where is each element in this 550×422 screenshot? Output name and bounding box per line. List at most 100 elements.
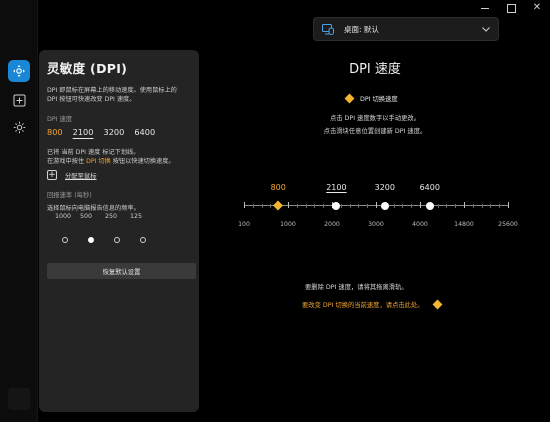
lighting-nav-button[interactable]: [8, 116, 30, 138]
dpi-value-2100[interactable]: 2100: [73, 127, 94, 137]
report-rate-radio-500[interactable]: [88, 237, 94, 243]
slider-minor-tick: [252, 203, 254, 208]
instruction-line2: 点击滑块任意位置创建新 DPI 速度。: [323, 128, 427, 135]
dpi-stage-label[interactable]: 6400: [420, 183, 440, 192]
slider-minor-tick: [349, 203, 351, 208]
maximize-button[interactable]: [506, 3, 516, 13]
report-rate-radio-1000[interactable]: [62, 237, 68, 243]
buttons-nav-button[interactable]: [8, 89, 30, 111]
restore-defaults-button[interactable]: 恢复默认设置: [47, 263, 196, 279]
slider-minor-tick: [358, 203, 360, 208]
assign-to-mouse-label: 分配至鼠标: [65, 172, 97, 180]
current-dpi-note: 已将 当前 DPI 速度 标记下划线。: [47, 149, 140, 156]
sensitivity-panel: 灵敏度 (DPI) DPI 即鼠标在屏幕上的移动速度。使用鼠标上的 DPI 按钮…: [39, 50, 199, 412]
slider-minor-tick: [437, 203, 439, 208]
dpi-value-list: 800 2100 3200 6400: [47, 127, 191, 137]
plus-icon: +: [47, 169, 57, 180]
window-controls: ✕: [480, 3, 542, 13]
dpi-shift-diamond-icon: [344, 93, 355, 104]
slider-minor-tick: [490, 203, 492, 208]
dpi-slider[interactable]: 100 1000 2000 3000 4000 14800 25600 800 2100 3200…: [230, 175, 530, 235]
report-rate-radio-125[interactable]: [140, 237, 146, 243]
slider-minor-tick: [446, 203, 448, 208]
panel-description-line2: DPI 按钮可快速改变 DPI 速度。: [47, 96, 136, 103]
slider-major-tick: [464, 202, 465, 208]
device-profile-dropdown[interactable]: 桌面: 默认: [313, 17, 499, 41]
chevron-down-icon: [482, 26, 490, 32]
dpi-stage-handle[interactable]: [425, 201, 434, 210]
dpi-shift-legend-label: DPI 切换速度: [360, 96, 398, 103]
dpi-stage-label[interactable]: 800: [271, 183, 286, 192]
dpi-stage-handle[interactable]: [332, 201, 341, 210]
slider-minor-tick: [481, 203, 483, 208]
report-rate-125: 125: [130, 213, 143, 220]
sun-icon: [13, 121, 25, 133]
main-title: DPI 速度: [349, 62, 401, 77]
slider-minor-tick: [393, 203, 395, 208]
dpi-stage-label[interactable]: 2100: [326, 183, 346, 192]
slider-minor-tick: [402, 203, 404, 208]
slider-minor-tick: [314, 203, 316, 208]
slider-major-tick: [288, 202, 289, 208]
instruction-line1: 点击 DPI 速度数字以手动更改。: [329, 115, 421, 122]
dpi-shift-diamond-icon[interactable]: [432, 299, 443, 310]
report-rate-radio-250[interactable]: [114, 237, 120, 243]
slider-minor-tick: [296, 203, 298, 208]
slider-major-tick: [420, 202, 421, 208]
slider-minor-tick: [472, 203, 474, 208]
dpi-shift-note-a: 在游戏中按住: [47, 158, 87, 165]
slider-minor-tick: [305, 203, 307, 208]
slider-minor-tick: [367, 203, 369, 208]
profile-tile[interactable]: [8, 388, 30, 410]
report-rate-radio-group: [62, 228, 191, 247]
dpi-shift-note-c: 按钮以快速切换速度。: [110, 158, 175, 165]
slider-minor-tick: [261, 203, 263, 208]
slider-scale-label: 1000: [280, 221, 296, 228]
report-rate-label: 回报速率 (每秒): [47, 192, 92, 199]
dpi-value-3200[interactable]: 3200: [103, 127, 124, 137]
device-profile-label: 桌面: 默认: [344, 24, 379, 34]
sensitivity-nav-button[interactable]: [8, 60, 30, 82]
dpi-shift-keyword: DPI 切换: [86, 158, 111, 165]
panel-title: 灵敏度 (DPI): [47, 61, 128, 76]
dpi-speed-label: DPI 速度: [47, 116, 73, 123]
change-shift-hint[interactable]: 要改变 DPI 切换的当前速度，请点击此处。: [302, 299, 443, 310]
change-shift-hint-label[interactable]: 要改变 DPI 切换的当前速度，请点击此处。: [302, 300, 424, 309]
slider-minor-tick: [270, 203, 272, 208]
report-rate-1000: 1000: [55, 213, 72, 220]
dpi-stage-handle[interactable]: [380, 201, 389, 210]
dpi-stage-handle[interactable]: [273, 200, 284, 211]
close-button[interactable]: ✕: [532, 3, 542, 13]
report-rate-250: 250: [105, 213, 118, 220]
plus-square-icon: [13, 94, 25, 106]
slider-scale-label: 25600: [498, 221, 518, 228]
report-rate-500: 500: [80, 213, 93, 220]
slider-scale-label: 100: [238, 221, 250, 228]
mouse-move-icon: [13, 65, 25, 77]
slider-minor-tick: [411, 203, 413, 208]
slider-scale-label: 3000: [368, 221, 384, 228]
slider-scale-label: 14800: [454, 221, 474, 228]
dpi-stage-label[interactable]: 3200: [375, 183, 395, 192]
dpi-shift-note: 在游戏中按住 DPI 切换 按钮以快速切换速度。: [47, 157, 191, 166]
slider-minor-tick: [340, 203, 342, 208]
slider-minor-tick: [499, 203, 501, 208]
dpi-value-6400[interactable]: 6400: [134, 127, 155, 137]
delete-dpi-hint: 要删除 DPI 速度，请将其拖离滑轨。: [305, 284, 408, 291]
dpi-shift-legend: DPI 切换速度: [344, 93, 398, 104]
monitor-mouse-icon: [322, 23, 334, 35]
report-rate-values: 1000 500 250 125: [55, 213, 191, 220]
assign-to-mouse-link[interactable]: + 分配至鼠标: [47, 170, 191, 180]
report-rate-description: 选择鼠标向电脑报告信息的频率。: [47, 205, 140, 212]
slider-scale-label: 2000: [324, 221, 340, 228]
panel-description-line1: DPI 即鼠标在屏幕上的移动速度。使用鼠标上的: [47, 87, 177, 94]
minimize-button[interactable]: [480, 3, 490, 13]
dpi-value-800[interactable]: 800: [47, 127, 63, 137]
slider-major-tick: [244, 202, 245, 208]
slider-major-tick: [376, 202, 377, 208]
nav-rail: [0, 0, 38, 422]
slider-scale-label: 4000: [412, 221, 428, 228]
slider-minor-tick: [455, 203, 457, 208]
slider-minor-tick: [323, 203, 325, 208]
slider-major-tick: [508, 202, 509, 208]
